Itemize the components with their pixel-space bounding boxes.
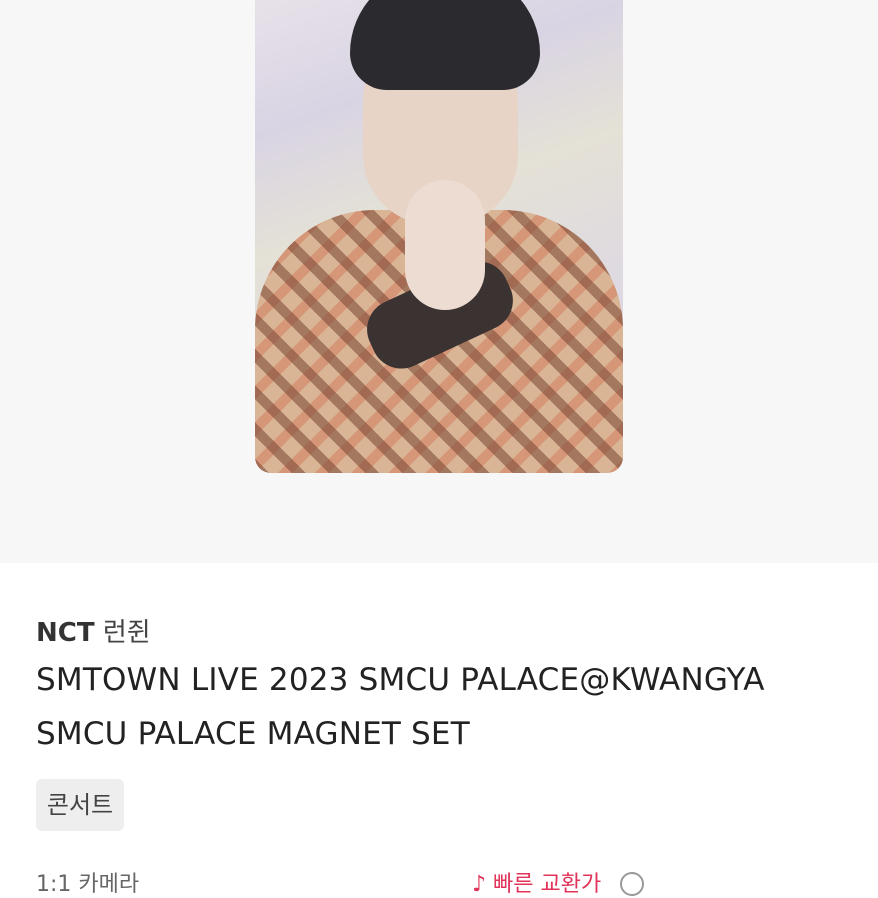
info-icon[interactable] <box>620 872 644 896</box>
category-tag[interactable]: 콘서트 <box>36 779 124 831</box>
product-image-area <box>0 0 878 563</box>
photocard-image[interactable] <box>255 0 623 473</box>
hand-shape <box>405 180 485 310</box>
trade-type-text: 1:1 카메라 <box>36 872 140 897</box>
hair-shape <box>350 0 540 90</box>
group-name: NCT <box>36 618 95 648</box>
product-title-line-2: SMCU PALACE MAGNET SET <box>36 716 470 752</box>
member-name: 런쥔 <box>102 618 151 648</box>
quick-exchange-text[interactable]: ♪ 빠른 교환가 <box>472 866 601 898</box>
artist-name[interactable]: NCT 런쥔 <box>36 612 151 649</box>
product-title-line-1: SMTOWN LIVE 2023 SMCU PALACE@KWANGYA <box>36 662 765 698</box>
